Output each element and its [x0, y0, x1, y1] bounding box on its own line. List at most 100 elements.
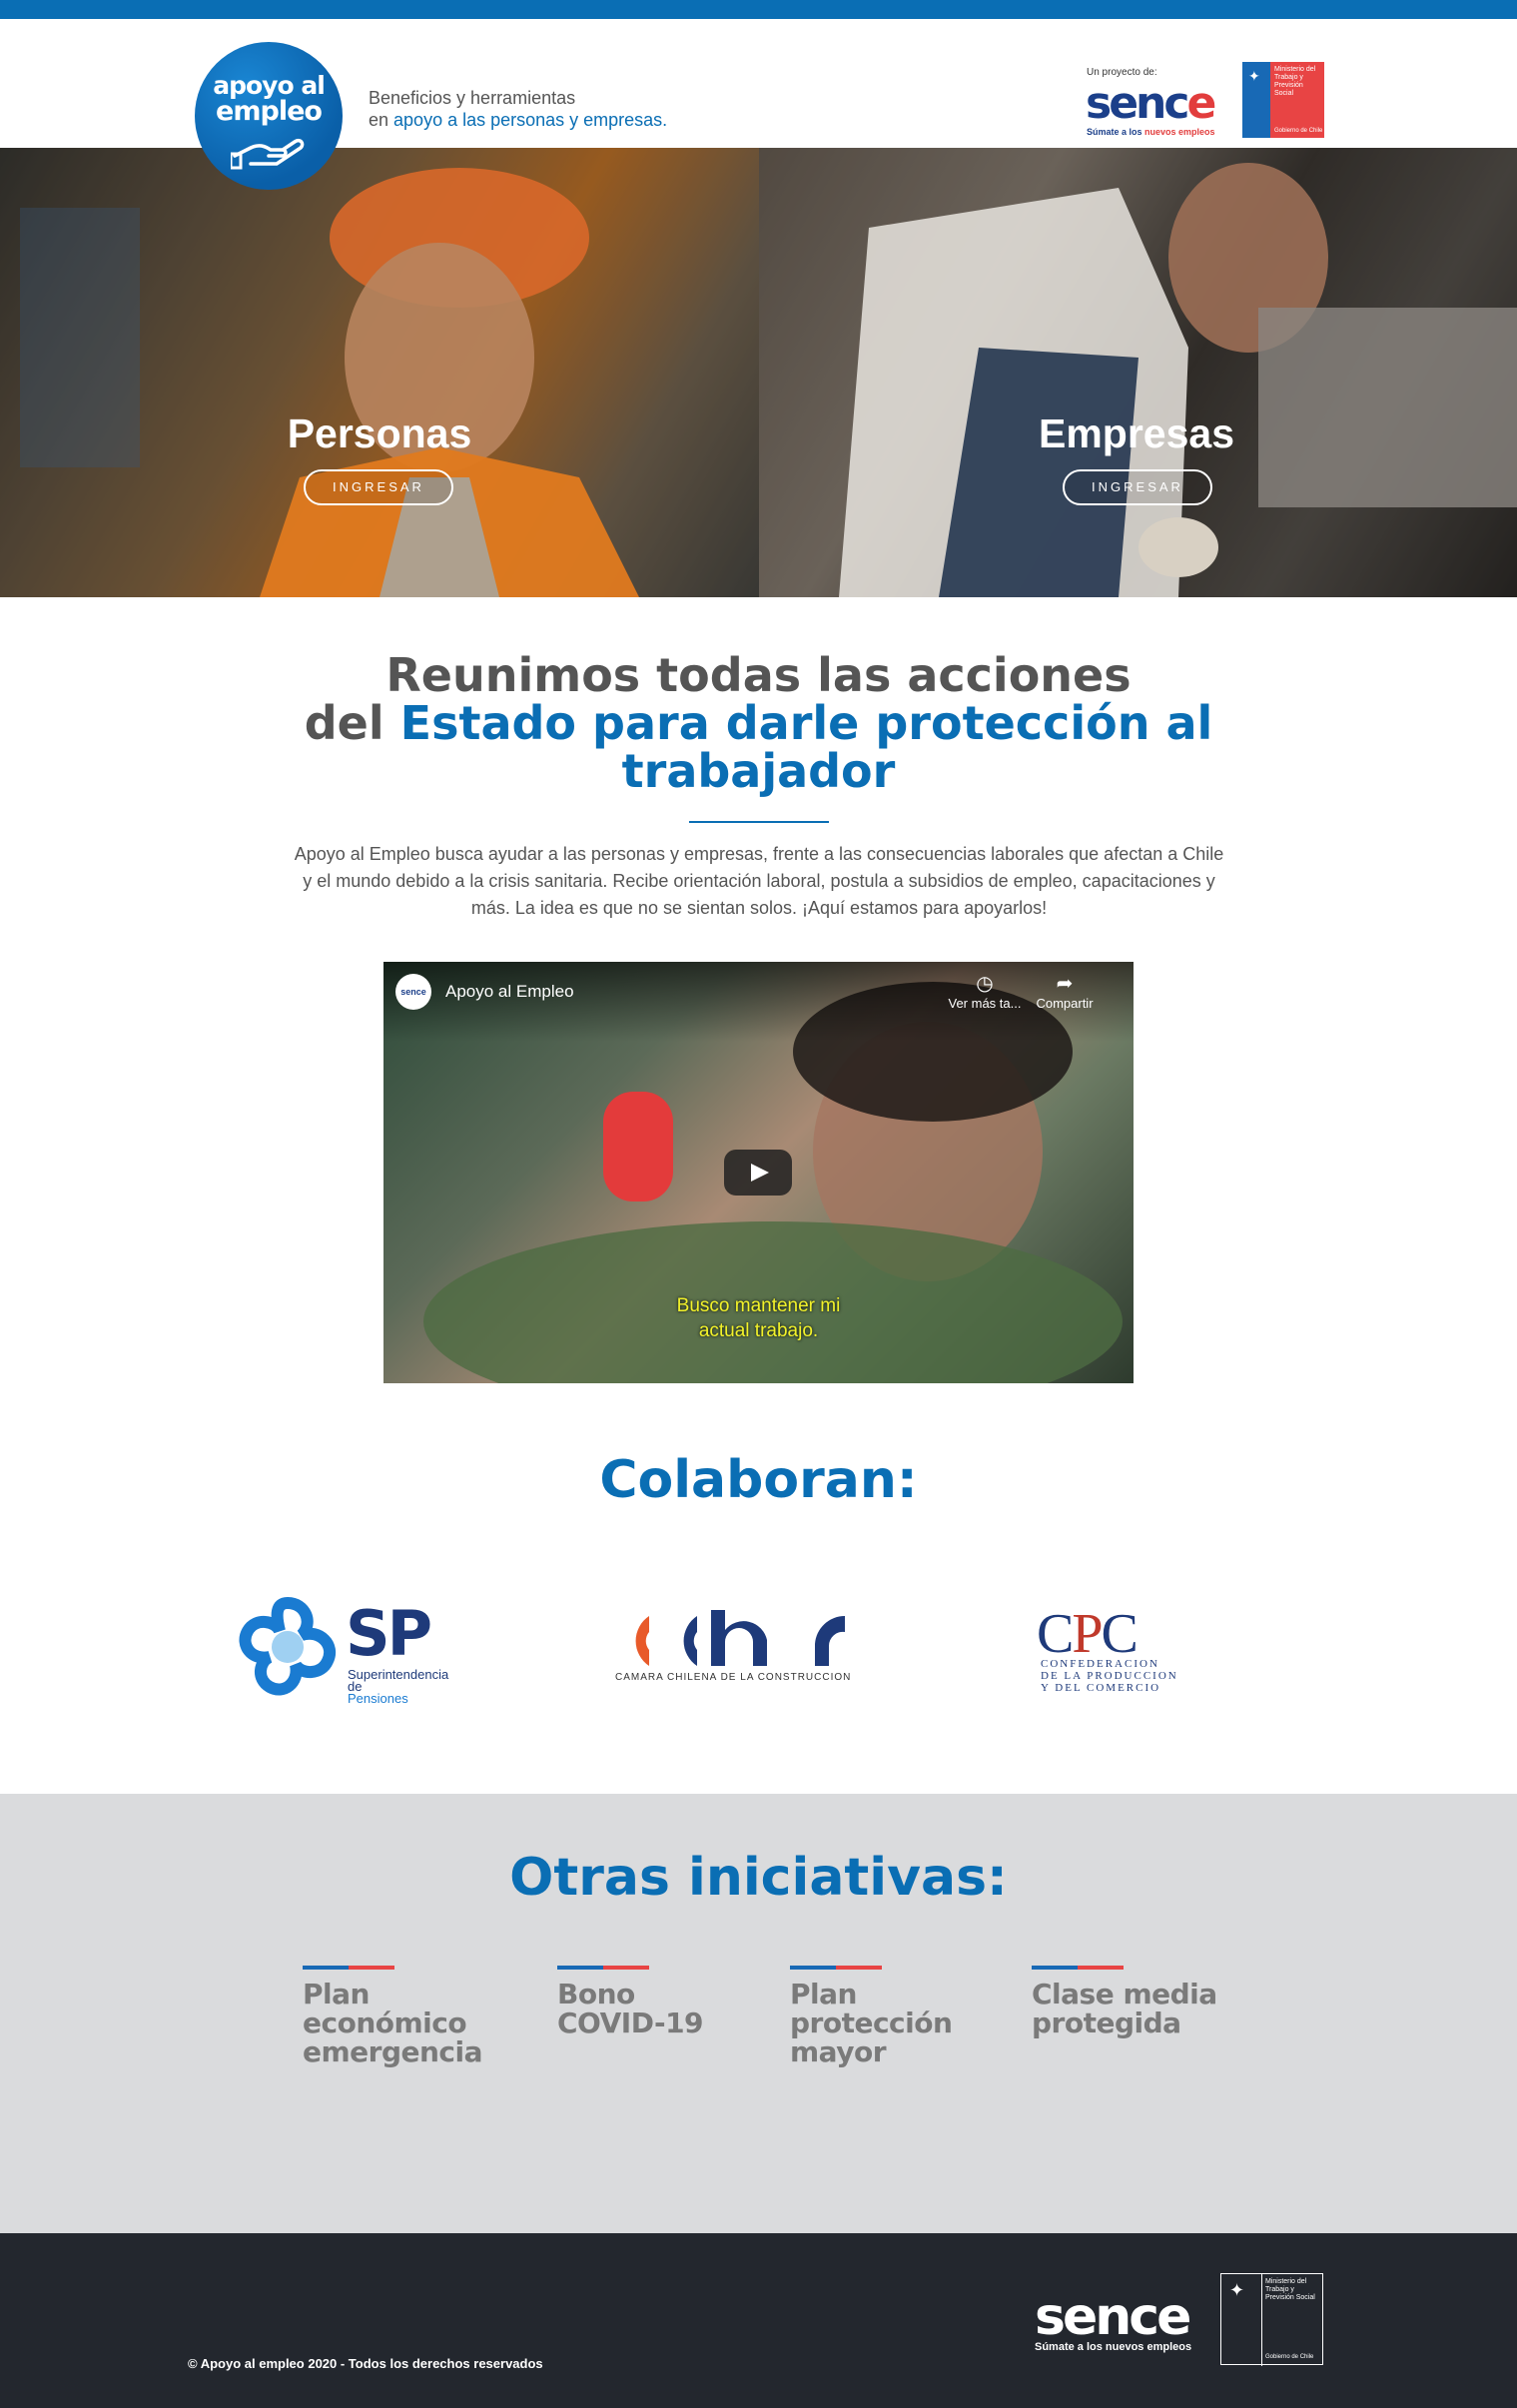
watch-later-label: Ver más ta... [948, 996, 1022, 1011]
footer-sence-logo[interactable]: sence Súmate a los nuevos empleos [1035, 2289, 1191, 2353]
initiative-line: mayor [790, 2035, 887, 2068]
intro-heading-highlight: Estado para darle protección al [399, 696, 1213, 750]
personas-ingresar-button[interactable]: INGRESAR [304, 469, 453, 505]
share-icon: ➦ [1056, 973, 1074, 995]
sence-word-e: e [1186, 78, 1216, 129]
cchc-text: CAMARA CHILENA DE LA CONSTRUCCION [615, 1672, 852, 1683]
initiative-line: Clase media [1032, 1978, 1217, 2010]
initiative-label: Clase media protegida [1032, 1980, 1217, 2037]
cpc-letters: CPC [1037, 1602, 1138, 1666]
sp-text-line1: Superintendencia de [348, 1667, 449, 1694]
share-label: Compartir [1036, 996, 1094, 1011]
tagline-line1: Beneficios y herramientas [369, 88, 576, 108]
tagline-prefix: en [369, 110, 394, 130]
tagline-highlight: apoyo a las personas y empresas. [393, 110, 668, 130]
otras-iniciativas-section: Otras iniciativas: Plan económico emerge… [0, 1794, 1517, 2233]
initiative-line: Plan [790, 1978, 857, 2010]
cpc-line1: CONFEDERACION [1041, 1658, 1159, 1670]
header-tagline: Beneficios y herramientas en apoyo a las… [369, 87, 667, 131]
subtitle-line1: Busco mantener mi [676, 1295, 841, 1316]
worker-photo-illustration [20, 168, 639, 597]
sp-star-icon [239, 1596, 336, 1696]
barista-photo-illustration [839, 163, 1517, 597]
sence-slogan-prefix: Súmate a los [1087, 127, 1145, 137]
empresas-panel[interactable]: Empresas INGRESAR [759, 148, 1517, 597]
play-button[interactable] [724, 1150, 792, 1196]
channel-avatar[interactable]: sence [395, 974, 431, 1010]
intro-divider [689, 821, 829, 823]
initiative-clase-media-protegida[interactable]: Clase media protegida [1032, 1966, 1217, 2037]
sp-text: Superintendencia de Pensiones [348, 1667, 465, 1706]
ministerio-logo[interactable]: ✦ Ministerio del Trabajo y Previsión Soc… [1242, 62, 1324, 138]
video-subtitles: Busco mantener mi actual trabajo. [383, 1293, 1134, 1343]
initiative-accent-bar [557, 1966, 649, 1970]
hero-section: Personas INGRESAR Empresas INGRESAR [0, 148, 1517, 597]
initiative-label: Plan económico emergencia [303, 1978, 483, 2068]
sp-letters: SP [346, 1597, 432, 1670]
initiative-line: protegida [1032, 2007, 1181, 2039]
logo-line2: empleo [216, 96, 323, 127]
initiative-label: Bono COVID-19 [557, 1978, 704, 2039]
subtitle-line2: actual trabajo. [698, 1320, 819, 1341]
ministerio-text: Ministerio del Trabajo y Previsión Socia… [1274, 66, 1316, 97]
empresas-ingresar-button[interactable]: INGRESAR [1063, 469, 1212, 505]
sence-word-main: senc [1086, 78, 1189, 129]
cpc-p: P [1072, 1603, 1103, 1665]
video-player[interactable]: sence Apoyo al Empleo ◷ Ver más ta... ➦ … [383, 962, 1134, 1383]
apoyo-al-empleo-logo[interactable]: apoyo al empleo [195, 42, 343, 190]
intro-paragraph: Apoyo al Empleo busca ayudar a las perso… [294, 844, 1224, 918]
share-button[interactable]: ➦ Compartir [1025, 972, 1105, 1011]
initiative-bono-covid[interactable]: Bono COVID-19 [557, 1966, 704, 2039]
cpc-logo[interactable]: CPC CONFEDERACION DE LA PRODUCCION Y DEL… [1033, 1602, 1186, 1698]
initiative-line: Bono [557, 1978, 635, 2010]
initiative-line: económico [303, 2007, 467, 2039]
sence-logo: sence [1086, 78, 1216, 129]
sence-slogan-highlight: nuevos empleos [1144, 127, 1215, 137]
initiative-label: Plan protección mayor [790, 1978, 953, 2068]
cpc-line2: DE LA PRODUCCION [1041, 1670, 1178, 1682]
footer-ministerio-logo[interactable]: ✦ Ministerio del Trabajo y Previsión Soc… [1220, 2273, 1323, 2366]
copyright-text: © Apoyo al empleo 2020 - Todos los derec… [188, 2356, 543, 2371]
watch-later-button[interactable]: ◷ Ver más ta... [945, 972, 1025, 1011]
cchc-logo[interactable]: CAMARA CHILENA DE LA CONSTRUCCION [609, 1610, 855, 1688]
initiative-line: emergencia [303, 2035, 483, 2068]
initiative-accent-bar [303, 1966, 394, 1970]
sence-slogan: Súmate a los nuevos empleos [1087, 127, 1215, 137]
initiative-line: Plan [303, 1978, 370, 2010]
cpc-line3: Y DEL COMERCIO [1041, 1682, 1161, 1694]
footer-ministerio-text: Ministerio del Trabajo y Previsión Socia… [1265, 2278, 1315, 2301]
tagline-line2: en apoyo a las personas y empresas. [369, 109, 667, 131]
project-label: Un proyecto de: [1087, 67, 1157, 78]
site-footer: © Apoyo al empleo 2020 - Todos los derec… [0, 2233, 1517, 2408]
sence-logo-link[interactable]: Un proyecto de: sence Súmate a los nuevo… [1086, 61, 1230, 146]
initiative-accent-bar [1032, 1966, 1124, 1970]
cpc-text: CONFEDERACION DE LA PRODUCCION Y DEL COM… [1041, 1658, 1178, 1694]
chile-emblem-icon: ✦ [1229, 2280, 1245, 2300]
footer-ministerio-divider [1261, 2274, 1262, 2366]
personas-panel[interactable]: Personas INGRESAR [0, 148, 759, 597]
otras-heading: Otras iniciativas: [509, 1848, 1008, 1908]
initiative-plan-proteccion-mayor[interactable]: Plan protección mayor [790, 1966, 953, 2068]
initiative-accent-bar [790, 1966, 882, 1970]
video-scene-spray-bottle [603, 1092, 673, 1202]
gobierno-text: Gobierno de Chile [1274, 128, 1323, 134]
intro-heading-prefix: del [304, 696, 400, 750]
footer-sence-word: sence [1035, 2287, 1191, 2347]
video-title[interactable]: Apoyo al Empleo [445, 982, 574, 1002]
sp-text-line2: Pensiones [348, 1691, 408, 1706]
intro-heading-line2: del Estado para darle protección al [0, 699, 1517, 747]
footer-sence-slogan: Súmate a los nuevos empleos [1035, 2341, 1192, 2353]
open-hand-icon [231, 138, 305, 170]
play-icon [751, 1164, 769, 1182]
clock-icon: ◷ [976, 973, 994, 995]
colaboran-heading: Colaboran: [599, 1450, 918, 1510]
initiative-line: COVID-19 [557, 2007, 704, 2039]
personas-title: Personas [287, 410, 472, 456]
cchc-letters-mark [635, 1610, 845, 1666]
intro-heading-line1: Reunimos todas las acciones [385, 648, 1132, 702]
initiative-plan-economico[interactable]: Plan económico emergencia [303, 1966, 483, 2068]
intro-heading: Reunimos todas las acciones del Estado p… [0, 651, 1517, 795]
top-accent-bar [0, 0, 1517, 19]
superintendencia-pensiones-logo[interactable]: SP Superintendencia de Pensiones [236, 1595, 465, 1705]
chile-emblem-icon: ✦ [1248, 68, 1260, 84]
